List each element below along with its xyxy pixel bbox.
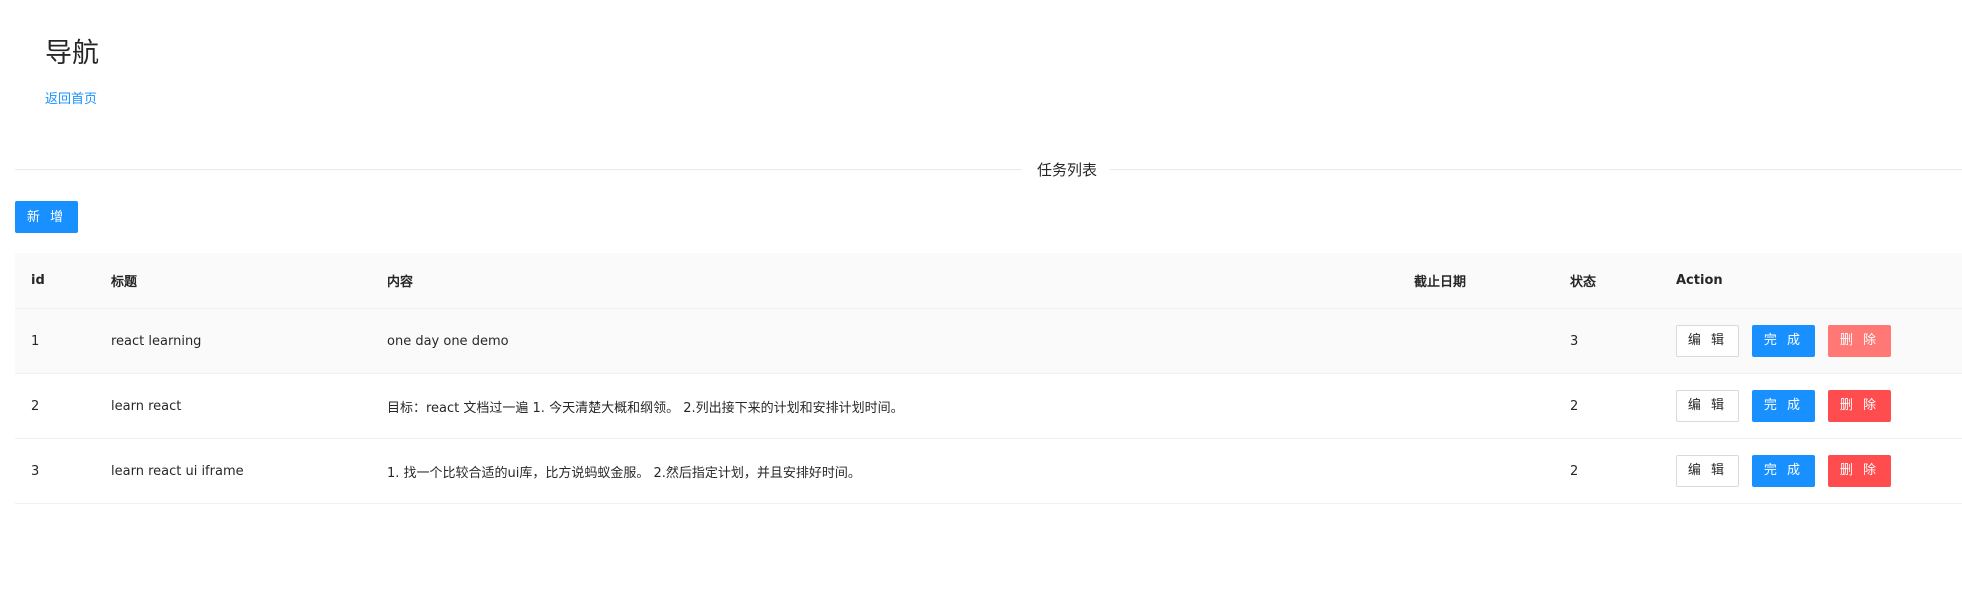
header-title: 标题 — [95, 253, 371, 309]
header-status: 状态 — [1554, 253, 1660, 309]
table-row: 2 learn react 目标：react 文档过一遍 1. 今天清楚大概和纲… — [15, 373, 1962, 439]
cell-title: react learning — [95, 308, 371, 374]
table-row: 1 react learning one day one demo 3 编 辑完… — [15, 308, 1962, 374]
done-button[interactable]: 完 成 — [1752, 455, 1815, 487]
header-deadline: 截止日期 — [1398, 253, 1554, 309]
home-link[interactable]: 返回首页 — [45, 90, 97, 110]
edit-button[interactable]: 编 辑 — [1676, 455, 1739, 487]
cell-actions: 编 辑完 成删 除 — [1660, 438, 1962, 504]
page: 导航 返回首页 任务列表 新 增 id 标题 内容 截止日期 状态 Action… — [0, 0, 1962, 610]
delete-button[interactable]: 删 除 — [1828, 390, 1891, 422]
table-row: 3 learn react ui iframe 1. 找一个比较合适的ui库，比… — [15, 438, 1962, 504]
header-action: Action — [1660, 253, 1962, 309]
cell-actions: 编 辑完 成删 除 — [1660, 373, 1962, 439]
section-divider: 任务列表 — [15, 160, 1962, 180]
cell-content: one day one demo — [371, 308, 1398, 374]
nav-title: 导航 — [45, 38, 99, 69]
edit-button[interactable]: 编 辑 — [1676, 325, 1739, 357]
section-title: 任务列表 — [1036, 161, 1097, 179]
cell-content: 目标：react 文档过一遍 1. 今天清楚大概和纲领。 2.列出接下来的计划和… — [371, 373, 1398, 439]
delete-button[interactable]: 删 除 — [1828, 325, 1891, 357]
delete-button[interactable]: 删 除 — [1828, 455, 1891, 487]
cell-id: 3 — [15, 438, 95, 504]
cell-status: 2 — [1554, 438, 1660, 504]
edit-button[interactable]: 编 辑 — [1676, 390, 1739, 422]
done-button[interactable]: 完 成 — [1752, 390, 1815, 422]
cell-id: 2 — [15, 373, 95, 439]
task-table: id 标题 内容 截止日期 状态 Action 1 react learning… — [15, 253, 1962, 504]
cell-title: learn react — [95, 373, 371, 439]
cell-actions: 编 辑完 成删 除 — [1660, 308, 1962, 374]
add-button[interactable]: 新 增 — [15, 201, 78, 233]
cell-status: 3 — [1554, 308, 1660, 374]
divider-line-right — [1110, 169, 1962, 170]
cell-title: learn react ui iframe — [95, 438, 371, 504]
table-header-row: id 标题 内容 截止日期 状态 Action — [15, 253, 1962, 309]
cell-deadline — [1398, 308, 1554, 374]
cell-deadline — [1398, 373, 1554, 439]
cell-deadline — [1398, 438, 1554, 504]
cell-id: 1 — [15, 308, 95, 374]
cell-content: 1. 找一个比较合适的ui库，比方说蚂蚁金服。 2.然后指定计划，并且安排好时间… — [371, 438, 1398, 504]
done-button[interactable]: 完 成 — [1752, 325, 1815, 357]
header-content: 内容 — [371, 253, 1398, 309]
cell-status: 2 — [1554, 373, 1660, 439]
divider-line-left — [15, 169, 1022, 170]
header-id: id — [15, 253, 95, 309]
